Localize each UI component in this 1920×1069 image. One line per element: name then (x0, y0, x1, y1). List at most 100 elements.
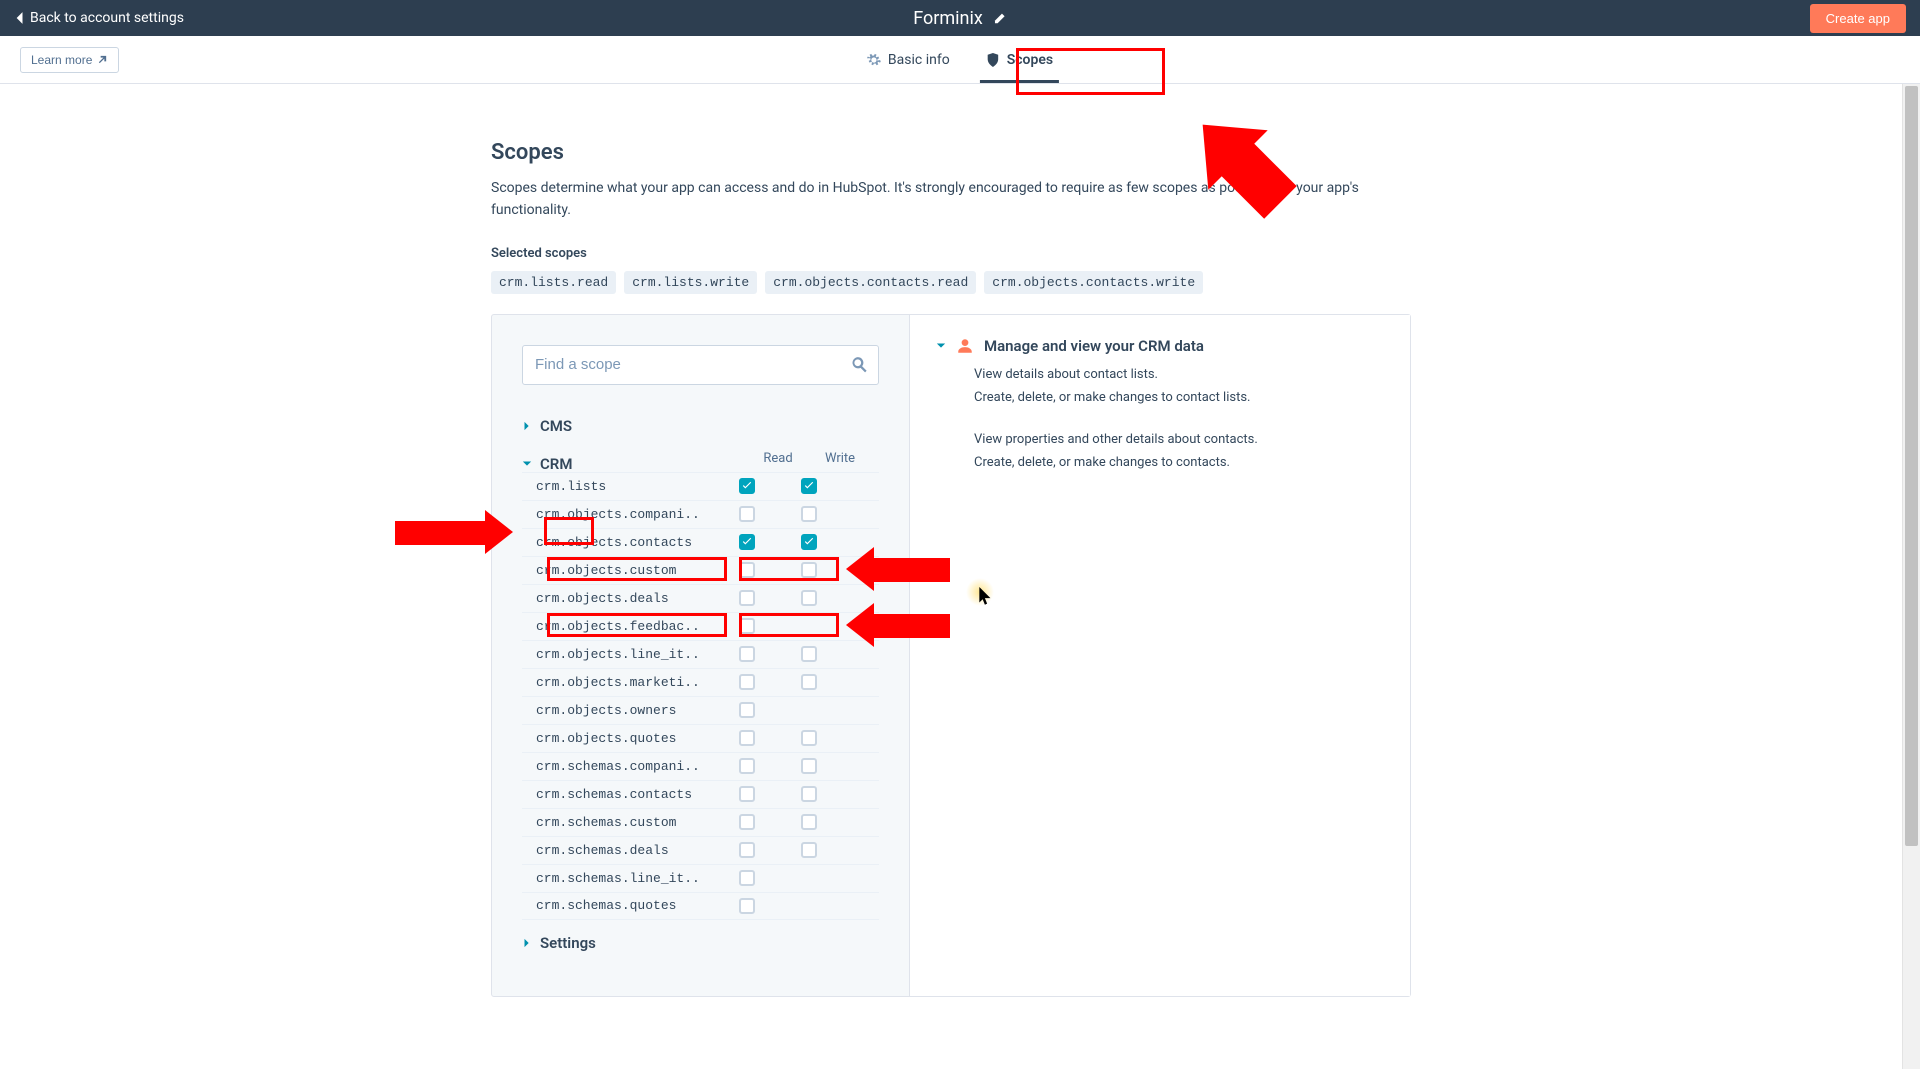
scope-write-checkbox[interactable] (801, 814, 817, 830)
scope-read-checkbox[interactable] (739, 730, 755, 746)
selected-scope-chip: crm.objects.contacts.write (984, 271, 1203, 294)
detail-line: View details about contact lists. (974, 365, 1384, 385)
scope-read-checkbox[interactable] (739, 674, 755, 690)
selected-scope-chip: crm.lists.read (491, 271, 616, 294)
pencil-icon[interactable] (993, 11, 1007, 25)
scope-name: crm.objects.owners (536, 703, 716, 718)
scope-name: crm.objects.compani.. (536, 507, 716, 522)
chevron-left-icon (14, 11, 24, 25)
scope-row: crm.schemas.line_it.. (522, 864, 879, 892)
scope-name: crm.lists (536, 479, 716, 494)
scrollbar-thumb[interactable] (1905, 86, 1918, 846)
scope-name: crm.objects.line_it.. (536, 647, 716, 662)
scope-write-checkbox[interactable] (801, 534, 817, 550)
scope-row: crm.objects.marketi.. (522, 668, 879, 696)
scope-row: crm.objects.line_it.. (522, 640, 879, 668)
scope-write-checkbox[interactable] (801, 562, 817, 578)
scope-write-checkbox[interactable] (801, 506, 817, 522)
scope-name: crm.objects.quotes (536, 731, 716, 746)
gear-icon (867, 53, 881, 67)
back-to-account-settings[interactable]: Back to account settings (14, 10, 184, 26)
scope-read-checkbox[interactable] (739, 842, 755, 858)
scope-write-checkbox[interactable] (801, 674, 817, 690)
tab-basic-info[interactable]: Basic info (867, 36, 950, 83)
create-app-button[interactable]: Create app (1810, 4, 1906, 33)
chevron-down-icon[interactable] (936, 341, 946, 351)
scope-write-checkbox[interactable] (801, 730, 817, 746)
category-label: CMS (540, 417, 572, 435)
scope-read-checkbox[interactable] (739, 758, 755, 774)
scope-row: crm.objects.owners (522, 696, 879, 724)
tab-label: Scopes (1007, 52, 1053, 68)
scope-row: crm.schemas.quotes (522, 892, 879, 920)
scope-write-checkbox[interactable] (801, 478, 817, 494)
external-link-icon (97, 54, 108, 65)
detail-title: Manage and view your CRM data (984, 337, 1204, 355)
scope-read-checkbox[interactable] (739, 618, 755, 634)
scope-row: crm.objects.deals (522, 584, 879, 612)
detail-line: Create, delete, or make changes to conta… (974, 388, 1384, 408)
detail-line: View properties and other details about … (974, 430, 1384, 450)
scope-read-checkbox[interactable] (739, 646, 755, 662)
scope-row: crm.schemas.contacts (522, 780, 879, 808)
vertical-scrollbar[interactable] (1902, 84, 1920, 1069)
scope-row: crm.schemas.deals (522, 836, 879, 864)
category-cms[interactable]: CMS (522, 411, 879, 441)
tab-scopes[interactable]: Scopes (986, 36, 1053, 83)
search-input[interactable] (522, 345, 879, 385)
scope-write-checkbox[interactable] (801, 646, 817, 662)
scope-row: crm.objects.feedbac.. (522, 612, 879, 640)
learn-more-button[interactable]: Learn more (20, 47, 119, 73)
scope-read-checkbox[interactable] (739, 870, 755, 886)
scope-read-checkbox[interactable] (739, 814, 755, 830)
tab-label: Basic info (888, 52, 950, 68)
selected-scope-chip: crm.objects.contacts.read (765, 271, 976, 294)
scope-write-checkbox[interactable] (801, 842, 817, 858)
scope-name: crm.objects.feedbac.. (536, 619, 716, 634)
scope-read-checkbox[interactable] (739, 506, 755, 522)
category-settings[interactable]: Settings (522, 928, 879, 958)
scope-name: crm.objects.marketi.. (536, 675, 716, 690)
scope-name: crm.schemas.contacts (536, 787, 716, 802)
scope-name: crm.objects.deals (536, 591, 716, 606)
page-title: Scopes (491, 140, 1411, 165)
scope-row: crm.schemas.custom (522, 808, 879, 836)
scope-write-checkbox[interactable] (801, 590, 817, 606)
chevron-right-icon (522, 459, 532, 469)
read-column-header: Read (747, 451, 809, 466)
scope-read-checkbox[interactable] (739, 786, 755, 802)
scope-row: crm.objects.contacts (522, 528, 879, 556)
chevron-right-icon (522, 938, 532, 948)
scope-write-checkbox[interactable] (801, 786, 817, 802)
write-column-header: Write (809, 451, 871, 466)
scope-row: crm.objects.custom (522, 556, 879, 584)
detail-body: View details about contact lists. Create,… (936, 365, 1384, 473)
scope-name: crm.schemas.compani.. (536, 759, 716, 774)
shield-icon (986, 53, 1000, 67)
selected-scopes-label: Selected scopes (491, 246, 1411, 261)
scope-write-checkbox[interactable] (801, 758, 817, 774)
scope-name: crm.schemas.quotes (536, 898, 716, 913)
learn-more-label: Learn more (31, 53, 92, 67)
category-label: Settings (540, 934, 596, 952)
contacts-icon (956, 337, 974, 355)
back-label: Back to account settings (30, 10, 184, 26)
scope-name: crm.schemas.line_it.. (536, 871, 716, 886)
scope-read-checkbox[interactable] (739, 478, 755, 494)
scope-read-checkbox[interactable] (739, 702, 755, 718)
selected-scope-chip: crm.lists.write (624, 271, 757, 294)
scope-name: crm.schemas.deals (536, 843, 716, 858)
scope-read-checkbox[interactable] (739, 562, 755, 578)
selected-scopes-list: crm.lists.read crm.lists.write crm.objects… (491, 271, 1411, 294)
detail-line: Create, delete, or make changes to conta… (974, 453, 1384, 473)
scope-row: crm.objects.quotes (522, 724, 879, 752)
scope-read-checkbox[interactable] (739, 590, 755, 606)
scope-read-checkbox[interactable] (739, 534, 755, 550)
scope-name: crm.objects.contacts (536, 535, 716, 550)
scope-read-checkbox[interactable] (739, 898, 755, 914)
scope-row: crm.schemas.compani.. (522, 752, 879, 780)
app-title: Forminix (913, 8, 983, 29)
scope-name: crm.schemas.custom (536, 815, 716, 830)
scope-row: crm.objects.compani.. (522, 500, 879, 528)
scope-name: crm.objects.custom (536, 563, 716, 578)
